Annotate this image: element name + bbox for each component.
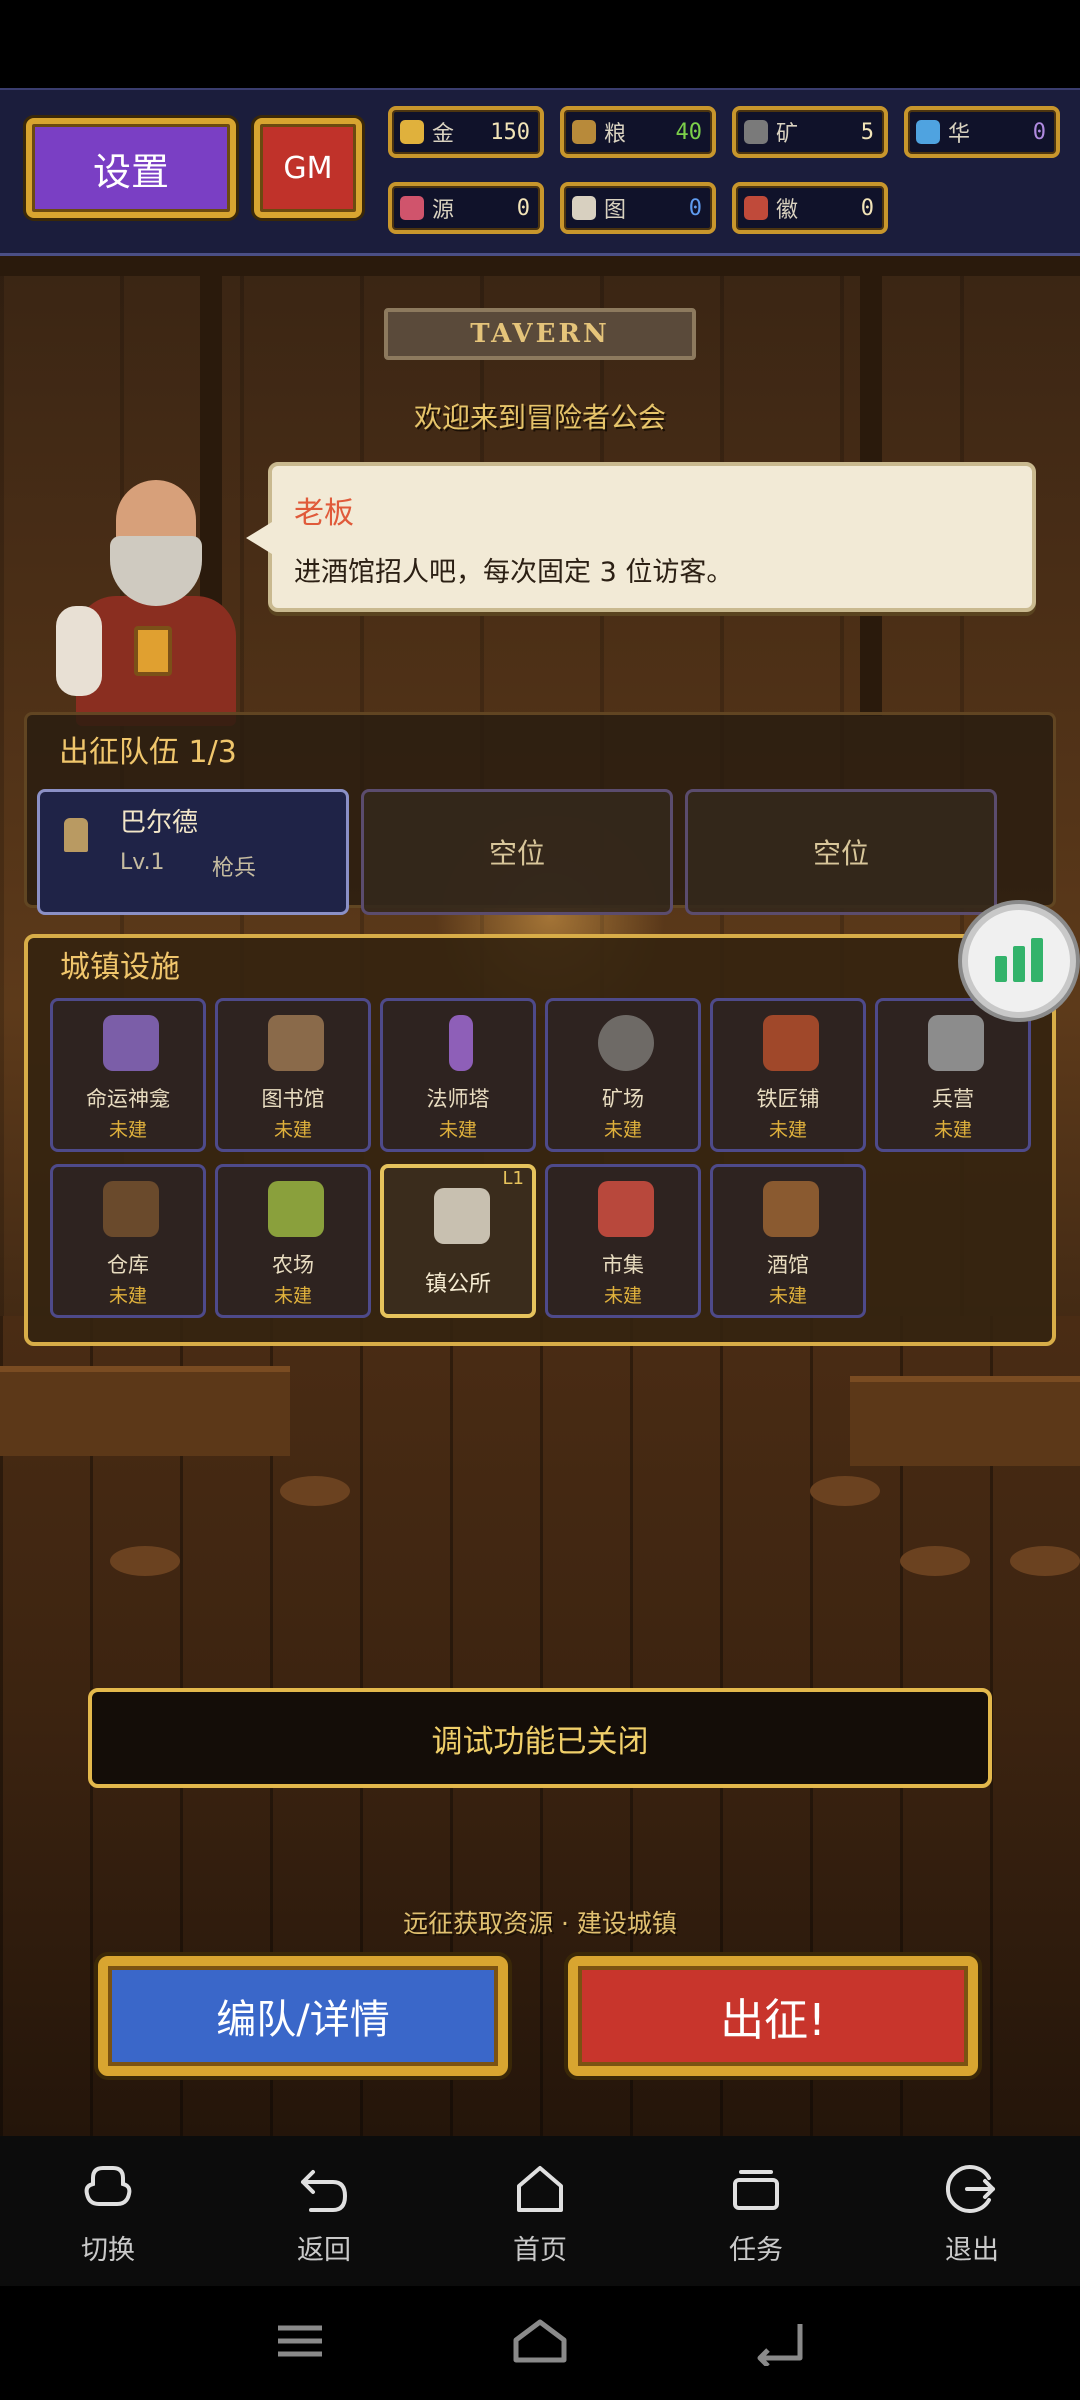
party-panel: 出征队伍 1/3 巴尔德 Lv.1 枪兵 空位 空位 [24, 712, 1056, 915]
system-home-icon[interactable] [510, 2316, 570, 2366]
mage-tower-icon [449, 1015, 473, 1071]
stool [900, 1546, 970, 1576]
resource-map: 图 0 [560, 182, 716, 234]
facility-mine[interactable]: 矿场 未建 [545, 998, 701, 1152]
facility-warehouse[interactable]: 仓库 未建 [50, 1164, 206, 1318]
hero-name: 巴尔德 [120, 808, 199, 838]
nav-switch[interactable]: 切换 [0, 2136, 216, 2286]
sortie-button[interactable]: 出征! [568, 1956, 978, 2076]
facilities-title: 城镇设施 [60, 950, 180, 985]
source-icon [400, 196, 424, 220]
facility-farm[interactable]: 农场 未建 [215, 1164, 371, 1318]
shrine-icon [103, 1015, 159, 1071]
facility-library[interactable]: 图书馆 未建 [215, 998, 371, 1152]
back-icon [301, 2170, 347, 2212]
tavern-scene: TAVERN 欢迎来到冒险者公会 老板 进酒馆招人吧，每次固定 3 位访客。 出… [0, 256, 1080, 2136]
formation-details-button[interactable]: 编队/详情 [98, 1956, 508, 2076]
exit-icon [945, 2165, 995, 2213]
dialogue-speaker: 老板 [294, 496, 354, 531]
settings-button[interactable]: 设置 [26, 118, 236, 218]
facility-blacksmith[interactable]: 铁匠铺 未建 [710, 998, 866, 1152]
resource-crystal: 华 0 [904, 106, 1060, 158]
farm-icon [268, 1181, 324, 1237]
status-bar [0, 0, 1080, 88]
resource-source: 源 0 [388, 182, 544, 234]
welcome-text: 欢迎来到冒险者公会 [413, 401, 666, 434]
dialogue-bubble: 老板 进酒馆招人吧，每次固定 3 位访客。 [246, 462, 1036, 612]
facility-tavern[interactable]: 酒馆 未建 [710, 1164, 866, 1318]
system-nav-bar [0, 2286, 1080, 2400]
grain-icon [572, 120, 596, 144]
ore-icon [744, 120, 768, 144]
switch-icon [84, 2166, 132, 2206]
stool [110, 1546, 180, 1576]
party-slot-3[interactable]: 空位 [685, 789, 997, 915]
tavern-table [850, 1376, 1080, 1466]
hero-class: 枪兵 [212, 856, 257, 881]
market-icon [598, 1181, 654, 1237]
facility-market[interactable]: 市集 未建 [545, 1164, 701, 1318]
nav-home[interactable]: 首页 [432, 2136, 648, 2286]
tavern-table [0, 1366, 290, 1456]
facility-mage-tower[interactable]: 法师塔 未建 [380, 998, 536, 1152]
tavern-sign: TAVERN [384, 308, 696, 360]
resource-emblem: 徽 0 [732, 182, 888, 234]
party-slot-1[interactable]: 巴尔德 Lv.1 枪兵 [37, 789, 349, 915]
stats-floating-button[interactable] [962, 904, 1076, 1018]
nav-tasks[interactable]: 任务 [648, 2136, 864, 2286]
nav-back[interactable]: 返回 [216, 2136, 432, 2286]
spearman-icon [64, 818, 88, 852]
bottom-nav: 切换 返回 首页 任务 退出 [0, 2136, 1080, 2286]
hero-level: Lv.1 [120, 850, 165, 875]
stool [1010, 1546, 1080, 1576]
empty-slot-label: 空位 [812, 837, 869, 870]
innkeeper-portrait [54, 466, 254, 726]
facility-destiny-shrine[interactable]: 命运神龛 未建 [50, 998, 206, 1152]
town-facilities-panel: 城镇设施 命运神龛 未建 图书馆 未建 法师塔 未建 矿场 未建 铁匠铺 未建 [24, 934, 1056, 1346]
facility-barracks[interactable]: 兵营 未建 [875, 998, 1031, 1152]
party-title: 出征队伍 1/3 [59, 735, 237, 770]
resource-ore: 矿 5 [732, 106, 888, 158]
town-hall-icon [434, 1188, 490, 1244]
forge-icon [763, 1015, 819, 1071]
dialogue-text: 进酒馆招人吧，每次固定 3 位访客。 [294, 557, 734, 588]
nav-exit[interactable]: 退出 [864, 2136, 1080, 2286]
barracks-icon [928, 1015, 984, 1071]
stool [810, 1476, 880, 1506]
tavern-icon [763, 1181, 819, 1237]
tagline: 远征获取资源 · 建设城镇 [403, 1909, 677, 1938]
resource-grain: 粮 40 [560, 106, 716, 158]
ceiling-beam [0, 256, 1080, 276]
facility-town-hall[interactable]: L1 镇公所 [380, 1164, 536, 1318]
warehouse-icon [103, 1181, 159, 1237]
menu-icon[interactable] [270, 2316, 330, 2366]
empty-slot-label: 空位 [488, 837, 545, 870]
resource-gold: 金 150 [388, 106, 544, 158]
stool [280, 1476, 350, 1506]
resource-bar: 设置 GM 金 150 粮 40 矿 5 华 0 源 0 图 0 徽 0 [0, 88, 1080, 256]
map-icon [572, 196, 596, 220]
system-back-icon[interactable] [750, 2316, 810, 2366]
mine-icon [598, 1015, 654, 1071]
library-icon [268, 1015, 324, 1071]
tasks-icon [733, 2170, 779, 2210]
beer-mug-icon [134, 626, 172, 676]
crystal-icon [916, 120, 940, 144]
debug-status-bar[interactable]: 调试功能已关闭 [88, 1688, 992, 1788]
facility-level: L1 [502, 1168, 524, 1189]
gold-coin-icon [400, 120, 424, 144]
home-icon [517, 2166, 563, 2212]
gm-button[interactable]: GM [254, 118, 362, 218]
emblem-icon [744, 196, 768, 220]
party-slot-2[interactable]: 空位 [361, 789, 673, 915]
bar-chart-icon [995, 956, 1007, 982]
